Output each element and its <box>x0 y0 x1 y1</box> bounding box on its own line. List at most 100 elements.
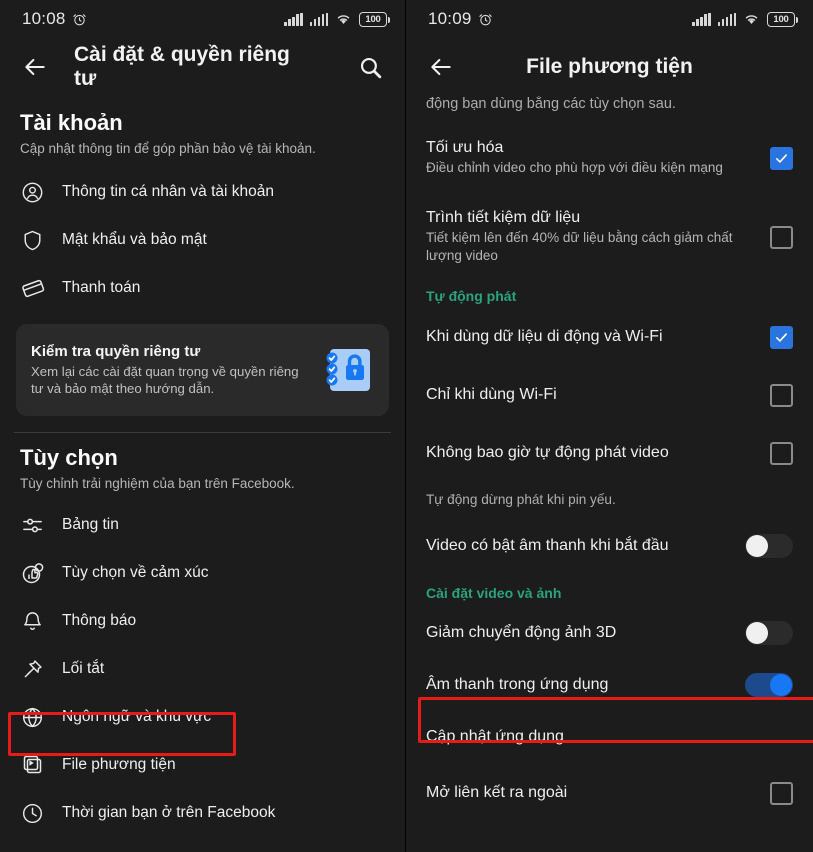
battery-icon: 100 <box>767 11 798 27</box>
checkbox-autoplay-mobile-wifi[interactable] <box>770 325 793 349</box>
setting-row-text: Khi dùng dữ liệu di động và Wi-Fi <box>426 328 756 346</box>
sliders-icon <box>20 513 45 538</box>
status-bar-clock: 10:08 <box>22 9 66 28</box>
clock-icon <box>20 801 45 826</box>
setting-row-text: Video có bật âm thanh khi bắt đầu <box>426 537 731 555</box>
setting-title: Giảm chuyển động ảnh 3D <box>426 624 617 641</box>
preferences-section-subtitle: Tùy chỉnh trải nghiệm của bạn trên Faceb… <box>20 476 295 491</box>
status-bar-right-group: 100 <box>692 11 798 27</box>
setting-title: Video có bật âm thanh khi bắt đầu <box>426 537 669 554</box>
sidebar-item-news-feed[interactable]: Bảng tin <box>0 501 405 549</box>
toggle-knob <box>770 674 792 696</box>
bell-icon <box>20 609 45 634</box>
privacy-checkup-card[interactable]: Kiểm tra quyền riêng tư Xem lại các cài … <box>16 324 389 416</box>
sidebar-item-language-region[interactable]: Ngôn ngữ và khu vực <box>0 693 405 741</box>
setting-row-text: Cập nhật ứng dụng <box>426 728 793 746</box>
sidebar-item-payments[interactable]: Thanh toán <box>0 264 405 312</box>
toggle-video-sound-on-start[interactable] <box>745 534 793 558</box>
group-heading-video-photo-settings: Cài đặt video và ảnh <box>426 585 562 601</box>
setting-row-autoplay-wifi-only[interactable]: Chỉ khi dùng Wi-Fi <box>406 366 813 424</box>
back-arrow-icon[interactable] <box>424 50 458 84</box>
credit-card-icon <box>20 276 45 301</box>
setting-row-reduce-3d-motion[interactable]: Giảm chuyển động ảnh 3D <box>406 605 813 661</box>
checkbox-open-links-externally[interactable] <box>770 781 793 805</box>
setting-title: Âm thanh trong ứng dụng <box>426 676 609 693</box>
signal-bars-sim2-icon <box>309 12 328 26</box>
person-circle-icon <box>20 180 45 205</box>
sidebar-item-time-on-facebook[interactable]: Thời gian bạn ở trên Facebook <box>0 789 405 837</box>
sidebar-item-label: Thanh toán <box>62 279 141 296</box>
status-bar-left-group: 10:08 <box>22 9 87 29</box>
group-heading-autoplay: Tự động phát <box>426 288 517 304</box>
sidebar-item-shortcuts[interactable]: Lối tắt <box>0 645 405 693</box>
left-app-bar: Cài đặt & quyền riêng tư <box>0 38 405 96</box>
checkbox-autoplay-wifi-only[interactable] <box>770 383 793 407</box>
left-status-bar: 10:08 100 <box>0 0 405 38</box>
privacy-checkup-description: Xem lại các cài đặt quan trọng về quyền … <box>31 363 299 396</box>
setting-row-autoplay-never[interactable]: Không bao giờ tự động phát video <box>406 424 813 482</box>
moon-icon <box>20 849 45 852</box>
autoplay-note: Tự động dừng phát khi pin yếu. <box>426 492 616 507</box>
signal-bars-sim1-icon <box>692 12 711 26</box>
setting-row-video-sound-on-start[interactable]: Video có bật âm thanh khi bắt đầu <box>406 515 813 577</box>
setting-row-text: Tối ưu hóa Điều chỉnh video cho phù hợp … <box>426 139 756 177</box>
sidebar-item-label: Lối tắt <box>62 660 105 677</box>
wifi-icon <box>745 15 758 25</box>
setting-row-in-app-sound[interactable]: Âm thanh trong ứng dụng <box>406 661 813 709</box>
wifi-icon <box>337 15 350 25</box>
battery-level-label: 100 <box>773 13 789 25</box>
sidebar-item-label: Tùy chọn về cảm xúc <box>62 564 209 581</box>
setting-title: Mở liên kết ra ngoài <box>426 784 568 801</box>
alarm-icon <box>72 13 86 25</box>
setting-title: Tối ưu hóa <box>426 139 504 157</box>
right-app-bar: File phương tiện <box>406 38 813 96</box>
setting-row-data-saver[interactable]: Trình tiết kiệm dữ liệu Tiết kiệm lên đế… <box>406 194 813 280</box>
status-bar-clock: 10:09 <box>428 9 472 28</box>
setting-row-text: Chỉ khi dùng Wi-Fi <box>426 386 756 404</box>
setting-row-text: Trình tiết kiệm dữ liệu Tiết kiệm lên đế… <box>426 209 756 264</box>
toggle-in-app-sound[interactable] <box>745 673 793 697</box>
dual-screenshot-container: 10:08 100 Cài đặt & quyền riêng tư Tài k… <box>0 0 813 852</box>
checkbox-autoplay-never[interactable] <box>770 441 793 465</box>
right-status-bar: 10:09 100 <box>406 0 813 38</box>
toggle-knob <box>746 622 768 644</box>
setting-title: Không bao giờ tự động phát video <box>426 444 669 461</box>
setting-row-autoplay-mobile-wifi[interactable]: Khi dùng dữ liệu di động và Wi-Fi <box>406 308 813 366</box>
battery-icon: 100 <box>359 11 390 27</box>
account-section-subtitle: Cập nhật thông tin để góp phần bảo vệ tà… <box>20 141 316 156</box>
sidebar-item-dark-mode[interactable]: Chế độ tối <box>0 837 405 852</box>
shield-icon <box>20 228 45 253</box>
sidebar-item-password-security[interactable]: Mật khẩu và bảo mật <box>0 216 405 264</box>
toggle-reduce-3d-motion[interactable] <box>745 621 793 645</box>
setting-row-text: Giảm chuyển động ảnh 3D <box>426 624 731 642</box>
sidebar-item-media-files[interactable]: File phương tiện <box>0 741 405 789</box>
left-phone-screen: 10:08 100 Cài đặt & quyền riêng tư Tài k… <box>0 0 406 852</box>
reaction-thumb-icon <box>20 561 45 586</box>
checkbox-data-saver[interactable] <box>770 225 793 249</box>
checkbox-optimize[interactable] <box>770 146 793 170</box>
sidebar-item-label: Thời gian bạn ở trên Facebook <box>62 804 276 821</box>
clipped-description-text: động bạn dùng bằng các tùy chọn sau. <box>426 96 676 112</box>
status-bar-right-group: 100 <box>284 11 390 27</box>
signal-bars-sim2-icon <box>717 12 736 26</box>
setting-row-optimize[interactable]: Tối ưu hóa Điều chỉnh video cho phù hợp … <box>406 122 813 194</box>
media-files-icon <box>20 753 45 778</box>
setting-row-open-links-externally[interactable]: Mở liên kết ra ngoài <box>406 765 813 821</box>
sidebar-item-personal-info[interactable]: Thông tin cá nhân và tài khoản <box>0 168 405 216</box>
privacy-checkup-lock-icon <box>320 343 374 397</box>
setting-title: Cập nhật ứng dụng <box>426 728 564 745</box>
sidebar-item-label: Ngôn ngữ và khu vực <box>62 708 212 725</box>
sidebar-item-label: Mật khẩu và bảo mật <box>62 231 207 248</box>
battery-level-label: 100 <box>365 13 381 25</box>
setting-row-app-updates[interactable]: Cập nhật ứng dụng <box>406 709 813 765</box>
toggle-knob <box>746 535 768 557</box>
alarm-icon <box>478 13 492 25</box>
preferences-section: Tùy chọn Tùy chỉnh trải nghiệm của bạn t… <box>0 433 405 852</box>
sidebar-item-reaction-preferences[interactable]: Tùy chọn về cảm xúc <box>0 549 405 597</box>
back-arrow-icon[interactable] <box>18 50 52 84</box>
privacy-checkup-text: Kiểm tra quyền riêng tư Xem lại các cài … <box>31 343 310 398</box>
account-section-title: Tài khoản <box>20 110 123 135</box>
preferences-section-title: Tùy chọn <box>20 445 118 470</box>
search-icon[interactable] <box>353 50 387 84</box>
sidebar-item-notifications[interactable]: Thông báo <box>0 597 405 645</box>
